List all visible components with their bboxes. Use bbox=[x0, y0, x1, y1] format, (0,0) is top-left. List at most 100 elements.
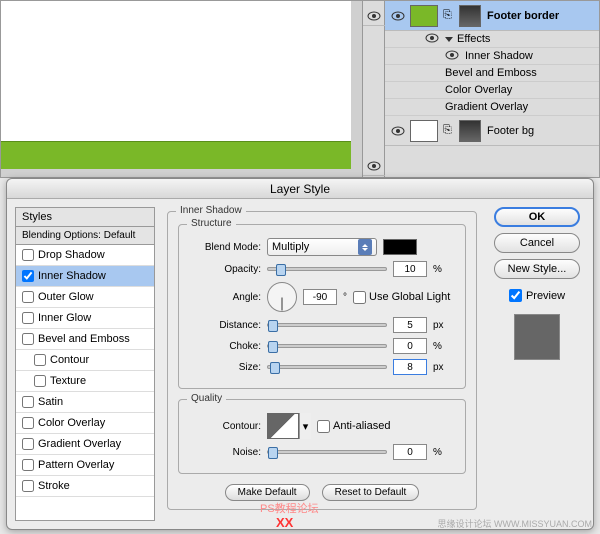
style-item-inner-glow[interactable]: Inner Glow bbox=[16, 308, 154, 329]
slider-thumb[interactable] bbox=[268, 320, 278, 332]
style-checkbox[interactable] bbox=[22, 438, 34, 450]
reset-default-button[interactable]: Reset to Default bbox=[322, 484, 420, 501]
style-checkbox[interactable] bbox=[22, 480, 34, 492]
blending-options-header[interactable]: Blending Options: Default bbox=[16, 227, 154, 245]
noise-slider[interactable] bbox=[267, 450, 387, 454]
opacity-slider[interactable] bbox=[267, 267, 387, 271]
style-checkbox[interactable] bbox=[22, 459, 34, 471]
effect-bevel-emboss[interactable]: Bevel and Emboss bbox=[385, 65, 599, 82]
dropdown-arrows-icon bbox=[358, 239, 372, 255]
global-light-checkbox[interactable]: Use Global Light bbox=[353, 291, 450, 304]
style-item-pattern-overlay[interactable]: Pattern Overlay bbox=[16, 455, 154, 476]
style-item-bevel-and-emboss[interactable]: Bevel and Emboss bbox=[16, 329, 154, 350]
style-checkbox[interactable] bbox=[22, 270, 34, 282]
link-icon: ⎘ bbox=[443, 124, 457, 137]
chevron-down-icon[interactable]: ▾ bbox=[299, 413, 311, 439]
layer-thumbnail[interactable] bbox=[410, 5, 438, 27]
layer-row-footer-bg[interactable]: ⎘ Footer bg bbox=[385, 116, 599, 146]
canvas-footer-strip[interactable] bbox=[1, 141, 351, 169]
style-label: Bevel and Emboss bbox=[38, 333, 130, 345]
eye-icon[interactable] bbox=[389, 122, 407, 140]
style-item-drop-shadow[interactable]: Drop Shadow bbox=[16, 245, 154, 266]
distance-input[interactable] bbox=[393, 317, 427, 333]
effect-inner-shadow[interactable]: Inner Shadow bbox=[385, 48, 599, 65]
style-label: Satin bbox=[38, 396, 63, 408]
effects-label: Effects bbox=[457, 33, 490, 45]
opacity-label: Opacity: bbox=[189, 264, 261, 275]
style-label: Inner Shadow bbox=[38, 270, 106, 282]
style-checkbox[interactable] bbox=[22, 291, 34, 303]
slider-thumb[interactable] bbox=[270, 362, 280, 374]
canvas-area bbox=[0, 0, 385, 178]
noise-input[interactable] bbox=[393, 444, 427, 460]
effects-header[interactable]: Effects bbox=[385, 31, 599, 48]
preview-swatch bbox=[514, 314, 560, 360]
choke-label: Choke: bbox=[189, 341, 261, 352]
style-label: Outer Glow bbox=[38, 291, 94, 303]
style-checkbox[interactable] bbox=[22, 417, 34, 429]
styles-header[interactable]: Styles bbox=[16, 208, 154, 227]
style-label: Inner Glow bbox=[38, 312, 91, 324]
new-style-button[interactable]: New Style... bbox=[494, 259, 580, 279]
choke-input[interactable] bbox=[393, 338, 427, 354]
mask-thumbnail[interactable] bbox=[459, 120, 481, 142]
effect-color-overlay[interactable]: Color Overlay bbox=[385, 82, 599, 99]
size-input[interactable] bbox=[393, 359, 427, 375]
watermark-text: PS教程论坛 bbox=[260, 500, 319, 516]
structure-fieldset: Structure Blend Mode: Multiply Opacity: … bbox=[178, 224, 466, 389]
style-checkbox[interactable] bbox=[22, 396, 34, 408]
style-item-color-overlay[interactable]: Color Overlay bbox=[16, 413, 154, 434]
eye-icon[interactable] bbox=[363, 156, 385, 176]
style-checkbox[interactable] bbox=[22, 333, 34, 345]
style-checkbox[interactable] bbox=[22, 249, 34, 261]
style-label: Pattern Overlay bbox=[38, 459, 114, 471]
distance-slider[interactable] bbox=[267, 323, 387, 327]
eye-icon[interactable] bbox=[425, 33, 439, 46]
cancel-button[interactable]: Cancel bbox=[494, 233, 580, 253]
size-label: Size: bbox=[189, 362, 261, 373]
style-item-stroke[interactable]: Stroke bbox=[16, 476, 154, 497]
style-checkbox[interactable] bbox=[22, 312, 34, 324]
angle-input[interactable] bbox=[303, 289, 337, 305]
slider-thumb[interactable] bbox=[276, 264, 286, 276]
style-item-satin[interactable]: Satin bbox=[16, 392, 154, 413]
ok-button[interactable]: OK bbox=[494, 207, 580, 227]
style-checkbox[interactable] bbox=[34, 354, 46, 366]
style-checkbox[interactable] bbox=[34, 375, 46, 387]
preview-checkbox[interactable]: Preview bbox=[509, 289, 565, 302]
shadow-color-swatch[interactable] bbox=[383, 239, 417, 255]
contour-label: Contour: bbox=[189, 421, 261, 432]
dialog-title[interactable]: Layer Style bbox=[7, 179, 593, 199]
layer-name[interactable]: Footer bg bbox=[487, 125, 534, 137]
contour-picker[interactable]: ▾ bbox=[267, 413, 311, 439]
canvas-document[interactable] bbox=[1, 1, 351, 141]
layer-thumbnail[interactable] bbox=[410, 120, 438, 142]
layers-panel: ⎘ Footer border Effects Inner Shadow Bev… bbox=[385, 0, 600, 178]
angle-dial[interactable] bbox=[267, 282, 297, 312]
layer-name[interactable]: Footer border bbox=[487, 10, 559, 22]
choke-slider[interactable] bbox=[267, 344, 387, 348]
collapse-arrow-icon[interactable] bbox=[445, 37, 453, 42]
layer-row-footer-border[interactable]: ⎘ Footer border bbox=[385, 1, 599, 31]
angle-label: Angle: bbox=[189, 292, 261, 303]
mask-thumbnail[interactable] bbox=[459, 5, 481, 27]
eye-icon[interactable] bbox=[389, 7, 407, 25]
opacity-input[interactable] bbox=[393, 261, 427, 277]
style-label: Texture bbox=[50, 375, 86, 387]
effect-gradient-overlay[interactable]: Gradient Overlay bbox=[385, 99, 599, 116]
antialiased-checkbox[interactable]: Anti-aliased bbox=[317, 420, 390, 433]
style-item-texture[interactable]: Texture bbox=[16, 371, 154, 392]
styles-sidebar: Styles Blending Options: Default Drop Sh… bbox=[15, 207, 155, 521]
make-default-button[interactable]: Make Default bbox=[225, 484, 310, 501]
style-item-outer-glow[interactable]: Outer Glow bbox=[16, 287, 154, 308]
blend-mode-select[interactable]: Multiply bbox=[267, 238, 377, 256]
eye-icon[interactable] bbox=[445, 50, 459, 63]
style-item-contour[interactable]: Contour bbox=[16, 350, 154, 371]
style-item-gradient-overlay[interactable]: Gradient Overlay bbox=[16, 434, 154, 455]
slider-thumb[interactable] bbox=[268, 447, 278, 459]
noise-label: Noise: bbox=[189, 447, 261, 458]
eye-icon[interactable] bbox=[363, 6, 385, 26]
slider-thumb[interactable] bbox=[268, 341, 278, 353]
size-slider[interactable] bbox=[267, 365, 387, 369]
style-item-inner-shadow[interactable]: Inner Shadow bbox=[16, 266, 154, 287]
